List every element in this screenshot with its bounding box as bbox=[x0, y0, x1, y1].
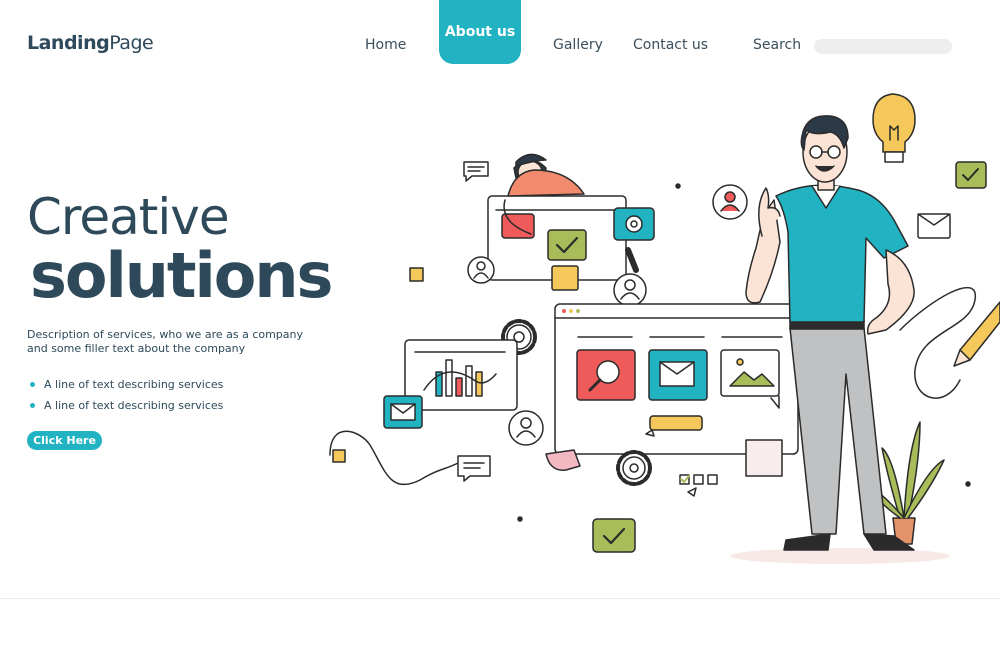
deco-square bbox=[409, 267, 424, 282]
checkmark-icon bbox=[955, 161, 987, 189]
hero-illustration bbox=[329, 93, 1000, 564]
deco-dot bbox=[675, 183, 681, 189]
user-icon bbox=[467, 256, 495, 284]
user-icon bbox=[613, 273, 647, 307]
sticky-note bbox=[545, 449, 581, 471]
mail-icon bbox=[648, 349, 708, 401]
lightbulb-icon bbox=[872, 93, 916, 163]
pencil-icon bbox=[953, 301, 1000, 367]
squiggle-line bbox=[329, 430, 461, 486]
user-icon bbox=[712, 184, 748, 220]
magnifier-icon bbox=[576, 349, 636, 401]
chat-bubble-icon bbox=[457, 455, 491, 482]
landing-page: LandingPage Home About us Gallery Contac… bbox=[0, 0, 1000, 599]
checkmark-icon bbox=[547, 229, 587, 261]
floor-shadow bbox=[730, 548, 950, 564]
checkbox-row bbox=[679, 474, 718, 497]
checkmark-icon bbox=[592, 518, 636, 553]
deco-square bbox=[332, 449, 346, 463]
deco-square bbox=[745, 439, 783, 477]
deco-dot bbox=[965, 481, 971, 487]
gear-icon bbox=[616, 450, 652, 486]
deco-dot bbox=[517, 516, 523, 522]
mail-icon bbox=[917, 213, 951, 239]
browser-window-main bbox=[554, 303, 799, 455]
chat-bubble-icon bbox=[463, 161, 489, 182]
mail-icon bbox=[383, 395, 423, 429]
user-icon bbox=[508, 410, 544, 446]
